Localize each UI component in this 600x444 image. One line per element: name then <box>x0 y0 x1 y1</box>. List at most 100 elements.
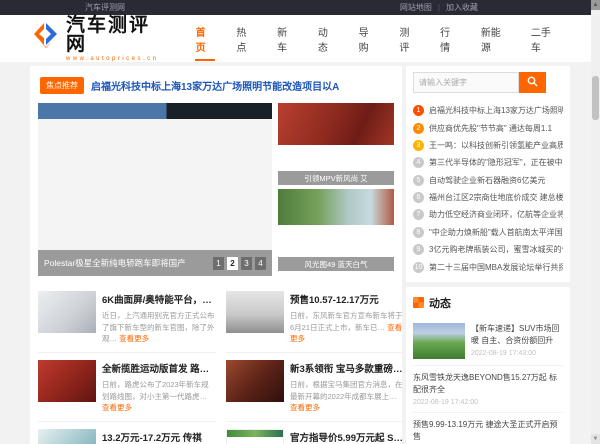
nav-dynamics[interactable]: 动态 <box>307 16 348 62</box>
article-thumb-buick <box>38 291 96 333</box>
carousel-page-4[interactable]: 4 <box>255 256 266 270</box>
dynamics-item[interactable]: 【新车速递】SUV市场回暖 自主、合资份额回升 2022-08-19 17:43… <box>413 317 563 366</box>
rank-item[interactable]: 3 王一鸣：以科技创新引领氢能产业高质量发展 <box>413 137 563 154</box>
carousel-main-image <box>38 103 272 250</box>
rank-text[interactable]: 自动驾驶企业新石器融资6亿美元 <box>429 175 545 186</box>
carousel-page-2[interactable]: 2 <box>227 256 238 270</box>
carousel-page-1[interactable]: 1 <box>213 256 224 270</box>
article-title[interactable]: 全新揽胜运动版首发 路虎公布成都 <box>102 361 216 375</box>
rank-badge: 5 <box>413 174 424 186</box>
dynamics-header: 动态 <box>413 293 563 317</box>
article-item[interactable]: 6K曲面屏/奥特能平台，别克E5 近日，上汽通用别克官方正式公布了旗下新车型的新… <box>38 284 216 353</box>
rank-item[interactable]: 6 福州台江区2宗商住地底价成交 建总楼产、相 <box>413 189 563 206</box>
article-thumb-bmw <box>226 359 284 402</box>
article-item[interactable]: 预售10.57-12.17万元 日前，东风新车官方宣布新车将于6月21日正式上市… <box>226 284 404 353</box>
nav-guide[interactable]: 导购 <box>348 16 389 62</box>
dynamics-item-title[interactable]: 东风雪铁龙天逸BEYOND售15.27万起 标配很齐全 <box>413 372 563 396</box>
dynamics-item-time: 2022-08-19 17:43:00 <box>471 349 536 357</box>
side-image-scenery[interactable] <box>278 189 394 225</box>
side-caption-mpv[interactable]: 引领MPV新风尚 艾 <box>278 171 394 185</box>
article-title[interactable]: 13.2万元-17.2万元 传祺 <box>102 430 216 444</box>
carousel-page-3[interactable]: 3 <box>241 256 252 270</box>
dynamics-title: 动态 <box>429 297 451 310</box>
news-rank-list: 1 启福光科技中标上海13家万达广场照明节能 2 供应商优先股"节节高" 通达每周1… <box>413 102 563 276</box>
nav-new-energy[interactable]: 新能源 <box>470 16 520 62</box>
rank-badge: 6 <box>413 192 424 204</box>
add-favorite-link[interactable]: 加入收藏 <box>446 2 478 13</box>
rank-badge: 8 <box>413 226 424 238</box>
rank-item[interactable]: 10 第二十三届中国MBA发展论坛举行共探人工 <box>413 258 563 275</box>
article-title[interactable]: 新3系领衔 宝马多款重磅新车将齐 <box>290 361 404 375</box>
view-more-link[interactable]: 查看更多 <box>102 403 132 412</box>
article-title[interactable]: 官方指导价5.99万元起 SWM <box>290 430 404 444</box>
article-column-left: 6K曲面屏/奥特能平台，别克E5 近日，上汽通用别克官方正式公布了旗下新车型的新… <box>38 284 216 444</box>
article-thumb-presale <box>226 291 284 333</box>
article-item[interactable]: 官方指导价5.99万元起 SWM 北京时间2022年6月19日，SWM斯威大虎正… <box>226 422 404 444</box>
scroll-up-arrow[interactable]: ▲ <box>591 0 600 10</box>
nav-home[interactable]: 首页 <box>185 16 226 62</box>
notice-bar: 焦点推荐 启福光科技中标上海13家万达广场照明节能改造项目以A <box>38 73 394 103</box>
article-item[interactable]: 13.2万元-17.2万元 传祺 5月16日，作为广汽传祺的采埃孚科技全球首发车… <box>38 422 216 444</box>
rank-text[interactable]: 供应商优先股"节节高" 通达每周1.1 <box>429 123 552 134</box>
article-item[interactable]: 新3系领衔 宝马多款重磅新车将齐 日前，根据宝马集团官方消息，在最新开幕的202… <box>226 353 404 422</box>
dynamics-item-title[interactable]: 预售9.99-13.19万元 捷途大圣正式开启预售 <box>413 419 563 443</box>
focus-recommend-button[interactable]: 焦点推荐 <box>40 77 84 94</box>
sidebar-rank-block: 1 启福光科技中标上海13家万达广场照明节能 2 供应商优先股"节节高" 通达每周1… <box>406 66 570 282</box>
rank-badge: 10 <box>413 261 424 273</box>
rank-item[interactable]: 4 第三代半导体的"隐形冠军"，正在被中国厂 <box>413 154 563 171</box>
rank-badge: 4 <box>413 157 424 169</box>
rank-item[interactable]: 8 "中企助力焕新船"载人首航南太平洋国家 <box>413 224 563 241</box>
scroll-down-arrow[interactable]: ▼ <box>591 434 600 444</box>
rank-badge: 1 <box>413 105 424 117</box>
dynamics-block: 动态 【新车速递】SUV市场回暖 自主、合资份额回升 2022-08-19 17… <box>406 286 570 444</box>
nav-hot[interactable]: 热点 <box>225 16 266 62</box>
nav-new-car[interactable]: 新车 <box>266 16 307 62</box>
rank-item[interactable]: 2 供应商优先股"节节高" 通达每周1.1 <box>413 119 563 136</box>
article-item[interactable]: 全新揽胜运动版首发 路虎公布成都 日前，路虎公布了2023年新车规划路线图，对小… <box>38 353 216 422</box>
top-headline-link[interactable]: 启福光科技中标上海13家万达广场照明节能改造项目以A <box>91 78 339 93</box>
side-image-mpv[interactable] <box>278 103 394 145</box>
side-caption-scenery[interactable]: 风光图49 蓝天白气 <box>278 257 394 271</box>
rank-text[interactable]: 启福光科技中标上海13家万达广场照明节能 <box>429 105 563 116</box>
nav-market[interactable]: 行情 <box>429 16 470 62</box>
grid-icon <box>413 297 424 309</box>
view-more-link[interactable]: 查看更多 <box>119 334 149 343</box>
article-thumb-trumpchi <box>38 428 96 444</box>
search-button[interactable] <box>519 72 546 93</box>
rank-badge: 9 <box>413 244 424 256</box>
rank-item[interactable]: 1 启福光科技中标上海13家万达广场照明节能 <box>413 102 563 119</box>
rank-item[interactable]: 9 3亿元购老牌瓶装公司，蜜雪冰城买的什么酒? <box>413 241 563 258</box>
rank-text[interactable]: 第三代半导体的"隐形冠军"，正在被中国厂 <box>429 157 563 168</box>
rank-text[interactable]: 3亿元购老牌瓶装公司，蜜雪冰城买的什么酒? <box>429 244 563 255</box>
logo-title: 汽车测评网 <box>66 14 151 55</box>
dynamics-item-time: 2022-08-19 17:42:00 <box>413 398 478 406</box>
dynamics-item[interactable]: 东风雪铁龙天逸BEYOND售15.27万起 标配很齐全 2022-08-19 1… <box>413 366 563 413</box>
rank-text[interactable]: "中企助力焕新船"载人首航南太平洋国家 <box>429 227 563 238</box>
rank-text[interactable]: 王一鸣：以科技创新引领氢能产业高质量发展 <box>429 140 563 151</box>
sitemap-link[interactable]: 网站地图 <box>400 2 432 13</box>
carousel-section: Polestar极星全新纯电轿跑车即将国产 1 2 3 4 引领MPV新风尚 艾… <box>38 103 394 276</box>
carousel-image-strip <box>38 103 272 119</box>
search-icon <box>527 75 538 90</box>
article-title[interactable]: 预售10.57-12.17万元 <box>290 292 404 306</box>
search-input[interactable] <box>413 72 519 93</box>
rank-text[interactable]: 助力低空经济商业闭环，亿航等企业将在广州 <box>429 209 563 220</box>
scrollbar-thumb[interactable] <box>592 76 599 120</box>
rank-item[interactable]: 5 自动驾驶企业新石器融资6亿美元 <box>413 172 563 189</box>
site-logo[interactable]: 汽车测评网 www.autoprices.cn <box>30 16 167 62</box>
article-column-right: 预售10.57-12.17万元 日前，东风新车官方宣布新车将于6月21日正式上市… <box>226 284 404 444</box>
view-more-link[interactable]: 查看更多 <box>290 403 320 412</box>
page-content: 焦点推荐 启福光科技中标上海13家万达广场照明节能改造项目以A Polestar… <box>30 66 570 444</box>
dynamics-item[interactable]: 预售9.99-13.19万元 捷途大圣正式开启预售 2022-08-19 17:… <box>413 413 563 444</box>
nav-used-car[interactable]: 二手车 <box>520 16 570 62</box>
rank-item[interactable]: 7 助力低空经济商业闭环，亿航等企业将在广州 <box>413 206 563 223</box>
main-nav: 首页 热点 新车 动态 导购 测评 行情 新能源 二手车 <box>185 16 570 62</box>
rank-text[interactable]: 第二十三届中国MBA发展论坛举行共探人工 <box>429 262 563 273</box>
top-utility-bar: 汽车评测网 网站地图 | 加入收藏 <box>0 0 600 15</box>
article-title[interactable]: 6K曲面屏/奥特能平台，别克E5 <box>102 292 216 306</box>
rank-text[interactable]: 福州台江区2宗商住地底价成交 建总楼产、相 <box>429 192 563 203</box>
nav-review[interactable]: 测评 <box>388 16 429 62</box>
site-header: 汽车测评网 www.autoprices.cn 首页 热点 新车 动态 导购 测… <box>0 15 600 62</box>
carousel-main-slide[interactable]: Polestar极星全新纯电轿跑车即将国产 1 2 3 4 <box>38 103 272 276</box>
dynamics-item-title[interactable]: 【新车速递】SUV市场回暖 自主、合资份额回升 <box>471 323 563 347</box>
